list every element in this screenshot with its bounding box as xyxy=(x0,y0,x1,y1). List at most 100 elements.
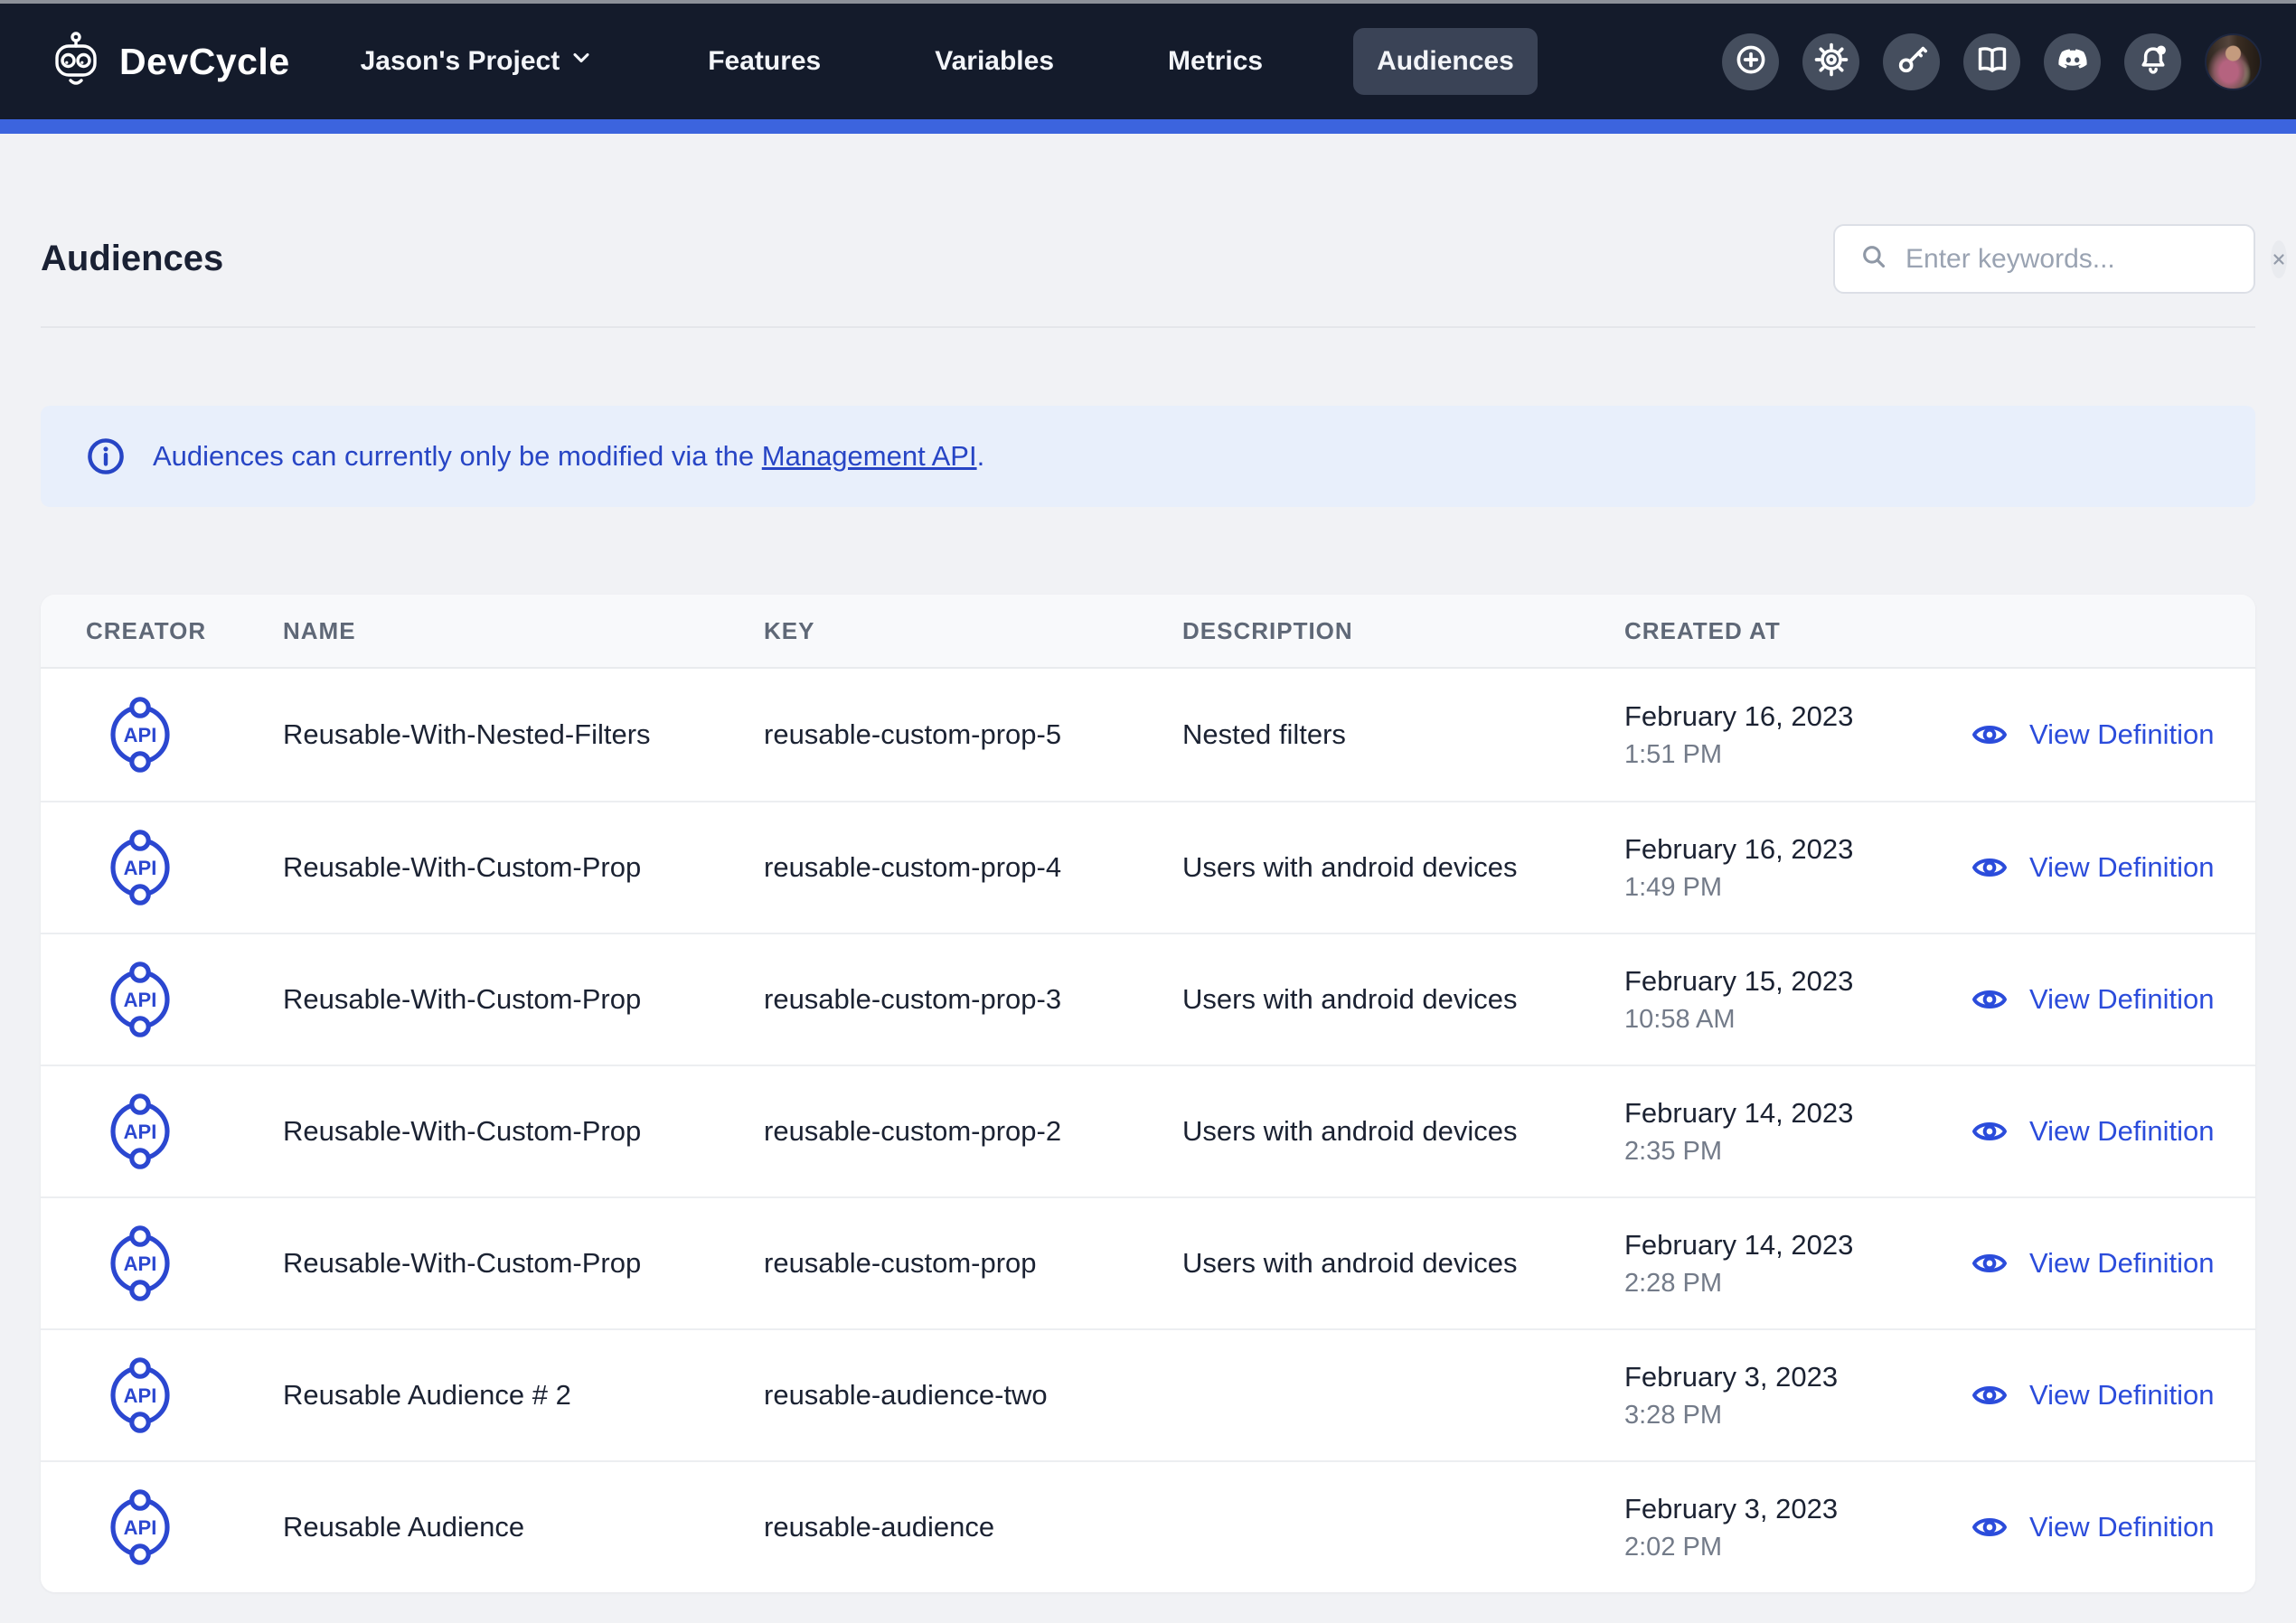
audience-key: reusable-custom-prop-3 xyxy=(764,983,1182,1016)
actions-cell: View Definition xyxy=(1968,1245,2255,1281)
eye-icon xyxy=(1968,1377,2011,1413)
audience-name: Reusable-With-Nested-Filters xyxy=(283,718,764,751)
view-definition-label: View Definition xyxy=(2029,718,2214,751)
audience-name: Reusable Audience xyxy=(283,1511,764,1543)
api-keys-button[interactable] xyxy=(1883,33,1940,90)
info-icon xyxy=(86,436,126,476)
api-creator-icon: API xyxy=(104,823,176,912)
key-icon xyxy=(1895,42,1929,81)
search-clear-button[interactable] xyxy=(2271,240,2287,278)
created-date: February 14, 2023 xyxy=(1624,1229,1968,1262)
created-date: February 3, 2023 xyxy=(1624,1493,1968,1525)
audience-description: Users with android devices xyxy=(1182,983,1624,1016)
view-definition-link[interactable]: View Definition xyxy=(1968,1245,2255,1281)
table-body: API Reusable-With-Nested-Filters reusabl… xyxy=(41,669,2255,1592)
table-row: API Reusable Audience # 2 reusable-audie… xyxy=(41,1328,2255,1460)
audience-description: Users with android devices xyxy=(1182,1115,1624,1148)
api-creator-icon: API xyxy=(104,1351,176,1440)
devcycle-robot-icon xyxy=(52,32,99,91)
actions-cell: View Definition xyxy=(1968,849,2255,886)
brand-logo[interactable]: DevCycle xyxy=(52,32,290,91)
actions-cell: View Definition xyxy=(1968,1509,2255,1545)
created-time: 1:49 PM xyxy=(1624,873,1968,903)
view-definition-link[interactable]: View Definition xyxy=(1968,717,2255,753)
svg-text:API: API xyxy=(124,989,157,1011)
api-creator-icon: API xyxy=(104,690,176,779)
page-content: Audiences xyxy=(0,224,2296,1592)
nav-item-features[interactable]: Features xyxy=(684,28,844,95)
view-definition-label: View Definition xyxy=(2029,1379,2214,1412)
audience-name: Reusable-With-Custom-Prop xyxy=(283,1247,764,1280)
created-time: 3:28 PM xyxy=(1624,1401,1968,1431)
banner-text: Audiences can currently only be modified… xyxy=(153,440,984,473)
nav-item-variables[interactable]: Variables xyxy=(911,28,1077,95)
view-definition-link[interactable]: View Definition xyxy=(1968,1113,2255,1149)
discord-button[interactable] xyxy=(2044,33,2101,90)
created-time: 2:02 PM xyxy=(1624,1533,1968,1562)
view-definition-link[interactable]: View Definition xyxy=(1968,1509,2255,1545)
created-at-cell: February 14, 2023 2:35 PM xyxy=(1624,1097,1968,1167)
svg-text:API: API xyxy=(124,1121,157,1143)
actions-cell: View Definition xyxy=(1968,1377,2255,1413)
audience-name: Reusable-With-Custom-Prop xyxy=(283,851,764,884)
table-header-row: CREATOR NAME KEY DESCRIPTION CREATED AT xyxy=(41,595,2255,669)
column-header-name: NAME xyxy=(283,617,764,645)
audience-key: reusable-custom-prop-5 xyxy=(764,718,1182,751)
audience-key: reusable-audience xyxy=(764,1511,1182,1543)
audience-key: reusable-audience-two xyxy=(764,1379,1182,1412)
audiences-table: CREATOR NAME KEY DESCRIPTION CREATED AT … xyxy=(41,595,2255,1592)
created-date: February 16, 2023 xyxy=(1624,833,1968,866)
project-switcher[interactable]: Jason's Project xyxy=(361,45,595,78)
audience-key: reusable-custom-prop-2 xyxy=(764,1115,1182,1148)
table-row: API Reusable Audience reusable-audience … xyxy=(41,1460,2255,1592)
svg-text:API: API xyxy=(124,1384,157,1407)
audience-key: reusable-custom-prop-4 xyxy=(764,851,1182,884)
navbar-actions xyxy=(1722,33,2262,90)
created-date: February 16, 2023 xyxy=(1624,700,1968,733)
view-definition-label: View Definition xyxy=(2029,1115,2214,1148)
audience-name: Reusable-With-Custom-Prop xyxy=(283,1115,764,1148)
creator-cell: API xyxy=(41,823,283,912)
user-avatar[interactable] xyxy=(2205,33,2262,90)
actions-cell: View Definition xyxy=(1968,1113,2255,1149)
table-row: API Reusable-With-Custom-Prop reusable-c… xyxy=(41,801,2255,933)
created-time: 1:51 PM xyxy=(1624,740,1968,770)
create-button[interactable] xyxy=(1722,33,1779,90)
search-input[interactable] xyxy=(1905,244,2254,275)
created-time: 2:35 PM xyxy=(1624,1137,1968,1167)
project-name: Jason's Project xyxy=(361,46,560,77)
view-definition-link[interactable]: View Definition xyxy=(1968,981,2255,1018)
creator-cell: API xyxy=(41,1087,283,1176)
gear-icon xyxy=(1814,42,1849,81)
api-creator-icon: API xyxy=(104,1087,176,1176)
notifications-button[interactable] xyxy=(2124,33,2181,90)
svg-text:API: API xyxy=(124,857,157,879)
audience-key: reusable-custom-prop xyxy=(764,1247,1182,1280)
settings-button[interactable] xyxy=(1802,33,1859,90)
created-at-cell: February 16, 2023 1:49 PM xyxy=(1624,833,1968,903)
creator-cell: API xyxy=(41,690,283,779)
discord-icon xyxy=(2055,42,2091,82)
column-header-creator: CREATOR xyxy=(41,617,283,645)
table-row: API Reusable-With-Nested-Filters reusabl… xyxy=(41,669,2255,801)
view-definition-link[interactable]: View Definition xyxy=(1968,849,2255,886)
creator-cell: API xyxy=(41,1219,283,1308)
column-header-description: DESCRIPTION xyxy=(1182,617,1624,645)
header-divider xyxy=(41,326,2255,328)
management-api-link[interactable]: Management API xyxy=(762,440,977,472)
api-creator-icon: API xyxy=(104,1219,176,1308)
creator-cell: API xyxy=(41,1483,283,1571)
svg-text:API: API xyxy=(124,1252,157,1275)
info-banner: Audiences can currently only be modified… xyxy=(41,406,2255,507)
eye-icon xyxy=(1968,981,2011,1018)
creator-cell: API xyxy=(41,1351,283,1440)
brand-name: DevCycle xyxy=(119,41,290,83)
nav-item-audiences[interactable]: Audiences xyxy=(1353,28,1538,95)
actions-cell: View Definition xyxy=(1968,981,2255,1018)
search-icon xyxy=(1858,241,1889,277)
view-definition-link[interactable]: View Definition xyxy=(1968,1377,2255,1413)
view-definition-label: View Definition xyxy=(2029,983,2214,1016)
nav-item-metrics[interactable]: Metrics xyxy=(1144,28,1286,95)
docs-button[interactable] xyxy=(1963,33,2020,90)
audience-description: Nested filters xyxy=(1182,718,1624,751)
